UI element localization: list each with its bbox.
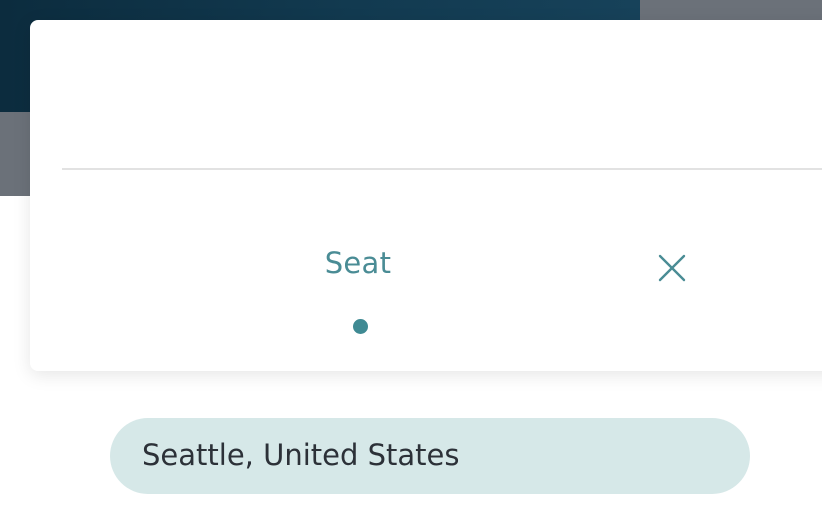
tab-seat-label: Seat bbox=[324, 246, 392, 280]
page: Seat Seattle, United States bbox=[0, 0, 822, 524]
location-chip-label: Seattle, United States bbox=[142, 438, 460, 472]
close-button[interactable] bbox=[652, 246, 692, 290]
search-input[interactable] bbox=[62, 40, 822, 168]
active-tab-indicator bbox=[353, 319, 368, 334]
location-chip[interactable]: Seattle, United States bbox=[110, 418, 750, 494]
search-divider bbox=[62, 168, 822, 170]
search-card: Seat bbox=[30, 20, 822, 371]
tab-seat[interactable]: Seat bbox=[300, 242, 416, 342]
close-icon bbox=[658, 254, 686, 282]
